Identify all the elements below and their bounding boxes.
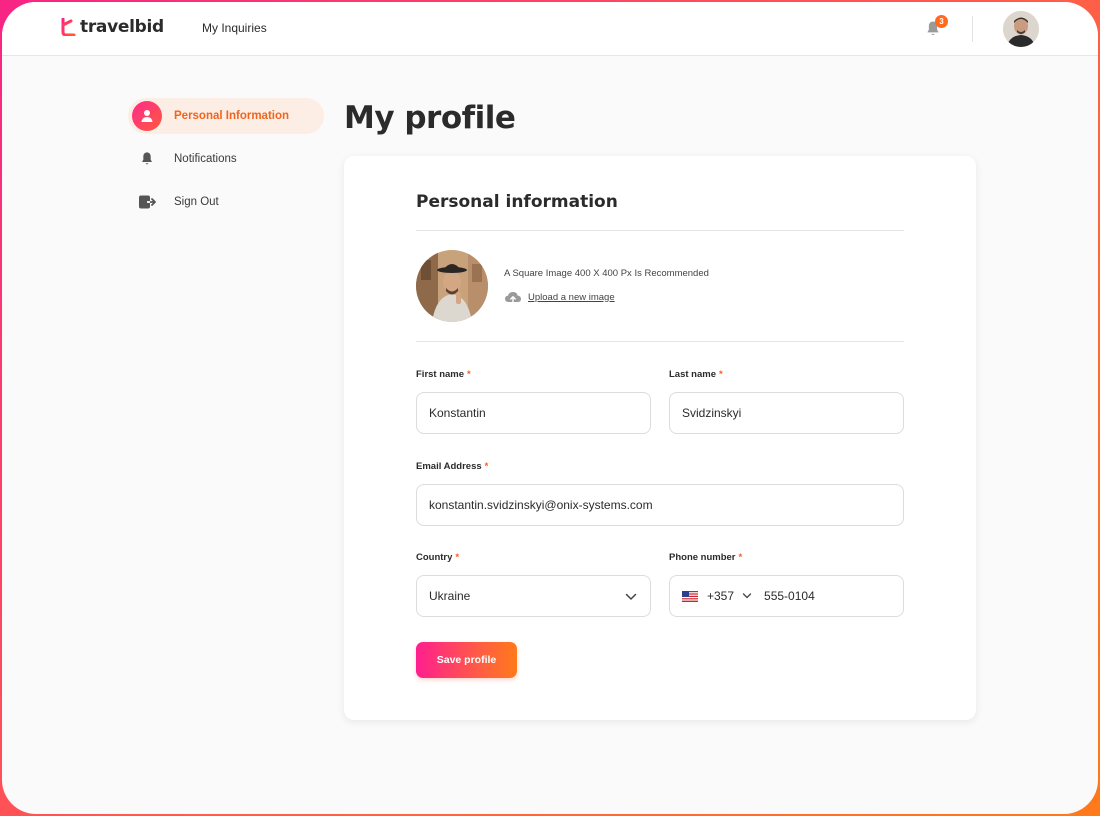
profile-photo (416, 250, 488, 322)
us-flag-icon[interactable] (682, 590, 698, 602)
first-name-label-text: First name (416, 369, 465, 380)
user-avatar[interactable] (1003, 11, 1039, 47)
sidebar-item-personal-information[interactable]: Personal Information (128, 98, 324, 134)
section-divider (416, 230, 904, 231)
logo-text: travelbid (80, 17, 164, 37)
email-value: konstantin.svidzinskyi@onix-systems.com (429, 498, 653, 512)
user-icon (132, 101, 162, 131)
email-label-text: Email Address (416, 461, 482, 472)
email-label: Email Address * (416, 461, 488, 472)
required-marker: * (719, 369, 723, 380)
travelbid-logo[interactable]: travelbid (60, 17, 164, 37)
country-value: Ukraine (429, 589, 471, 603)
app-frame: travelbid My Inquiries 3 Personal Inform… (2, 2, 1098, 814)
nav-my-inquiries[interactable]: My Inquiries (202, 21, 267, 35)
upload-image-link[interactable]: Upload a new image (504, 290, 615, 304)
last-name-label: Last name * (669, 369, 723, 380)
country-label-text: Country (416, 552, 453, 563)
sidebar-item-label: Sign Out (174, 196, 219, 208)
personal-information-card: Personal information A Square Image 400 … (344, 156, 976, 720)
chevron-down-icon (625, 593, 637, 600)
email-field[interactable]: konstantin.svidzinskyi@onix-systems.com (416, 484, 904, 526)
required-marker: * (455, 552, 460, 563)
sign-out-icon (132, 187, 162, 217)
image-size-hint: A Square Image 400 X 400 Px Is Recommend… (504, 268, 709, 279)
last-name-label-text: Last name (669, 369, 716, 380)
logo-mark-icon (61, 18, 76, 36)
cloud-upload-icon (505, 292, 521, 304)
phone-label: Phone number * (669, 552, 742, 563)
last-name-field[interactable]: Svidzinskyi (669, 392, 904, 434)
country-select[interactable]: Ukraine (416, 575, 651, 617)
dial-code[interactable]: +357 (707, 589, 734, 603)
section-title: Personal information (416, 192, 618, 212)
required-marker: * (467, 369, 471, 380)
phone-number-value[interactable]: 555-0104 (764, 589, 815, 603)
profile-sidebar: Personal Information Notifications Sign … (128, 98, 324, 227)
first-name-value: Konstantin (429, 406, 486, 420)
notifications-button[interactable]: 3 (924, 15, 948, 40)
sidebar-item-label: Notifications (174, 153, 237, 165)
notification-count-badge: 3 (935, 15, 948, 28)
first-name-field[interactable]: Konstantin (416, 392, 651, 434)
sidebar-item-notifications[interactable]: Notifications (128, 141, 324, 177)
top-navigation-bar: travelbid My Inquiries 3 (2, 2, 1098, 56)
required-marker: * (484, 461, 489, 472)
section-divider (416, 341, 904, 342)
header-divider (972, 16, 973, 42)
phone-label-text: Phone number (669, 552, 736, 563)
sidebar-item-label: Personal Information (174, 110, 290, 122)
first-name-label: First name * (416, 369, 471, 380)
last-name-value: Svidzinskyi (682, 406, 742, 420)
profile-photo-image (416, 250, 488, 322)
avatar-portrait-image (1003, 11, 1039, 47)
phone-field[interactable]: +357 555-0104 (669, 575, 904, 617)
required-marker: * (738, 552, 743, 563)
upload-image-label: Upload a new image (528, 291, 615, 303)
bell-icon (132, 144, 162, 174)
country-label: Country * (416, 552, 459, 563)
save-profile-button[interactable]: Save profile (416, 642, 517, 678)
chevron-down-icon[interactable] (742, 591, 752, 601)
sidebar-item-sign-out[interactable]: Sign Out (128, 184, 324, 220)
page-title: My profile (344, 100, 516, 136)
